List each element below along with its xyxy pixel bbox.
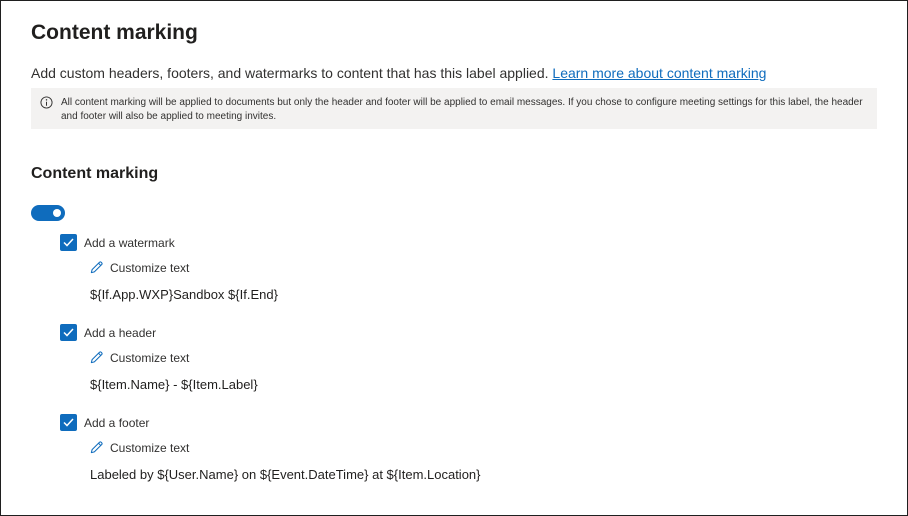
info-message-bar: All content marking will be applied to d… [31, 88, 877, 129]
pencil-icon [90, 261, 103, 274]
footer-text: Labeled by ${User.Name} on ${Event.DateT… [90, 467, 481, 482]
watermark-label: Add a watermark [84, 235, 175, 250]
header-label: Add a header [84, 325, 157, 340]
customize-text-label: Customize text [110, 260, 190, 275]
pencil-icon [90, 441, 103, 454]
header-customize-text-button[interactable]: Customize text [89, 350, 189, 365]
learn-more-link[interactable]: Learn more about content marking [552, 65, 766, 81]
footer-option[interactable]: Add a footer [60, 414, 149, 431]
info-icon [40, 96, 53, 109]
section-title: Content marking [31, 165, 159, 182]
checkmark-icon [63, 418, 74, 427]
content-marking-panel: Content marking Add custom headers, foot… [0, 0, 908, 516]
checkmark-icon [63, 328, 74, 337]
header-option[interactable]: Add a header [60, 324, 156, 341]
header-text: ${Item.Name} - ${Item.Label} [90, 377, 258, 392]
footer-customize-text-button[interactable]: Customize text [89, 440, 189, 455]
watermark-text: ${If.App.WXP}Sandbox ${If.End} [90, 287, 278, 302]
watermark-checkbox[interactable] [60, 234, 77, 251]
description-text: Add custom headers, footers, and waterma… [31, 65, 553, 81]
checkmark-icon [63, 238, 74, 247]
header-checkbox[interactable] [60, 324, 77, 341]
watermark-customize-text-button[interactable]: Customize text [89, 260, 189, 275]
customize-text-label: Customize text [110, 440, 190, 455]
content-marking-toggle[interactable] [31, 205, 65, 221]
customize-text-label: Customize text [110, 350, 190, 365]
footer-checkbox[interactable] [60, 414, 77, 431]
toggle-knob [53, 209, 61, 217]
footer-label: Add a footer [84, 415, 150, 430]
page-title: Content marking [31, 21, 198, 44]
watermark-option[interactable]: Add a watermark [60, 234, 175, 251]
pencil-icon [90, 351, 103, 364]
info-message-text: All content marking will be applied to d… [61, 97, 863, 122]
page-description: Add custom headers, footers, and waterma… [31, 65, 766, 81]
